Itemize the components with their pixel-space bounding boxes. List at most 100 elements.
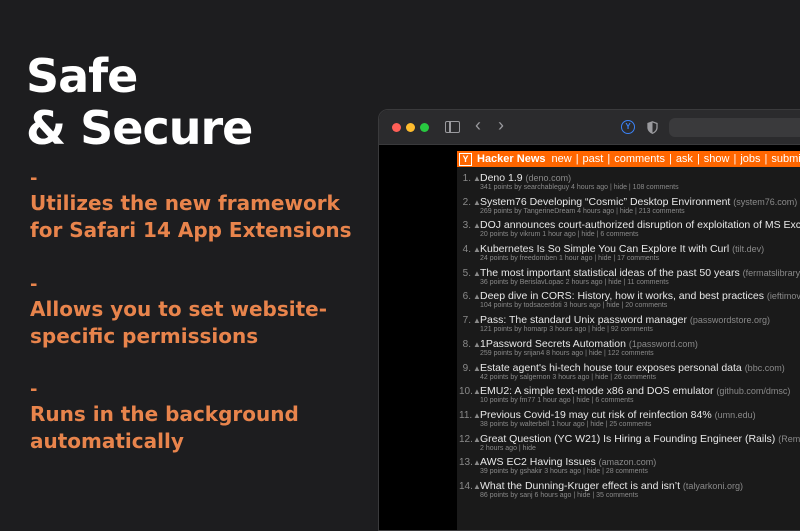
story-site[interactable]: (amazon.com) <box>599 457 657 467</box>
story-site[interactable]: (github.com/dmsc) <box>716 386 790 396</box>
hn-nav: new|past|comments|ask|show|jobs|submit <box>552 151 800 167</box>
story-rank: 14. <box>459 481 471 492</box>
story-site[interactable]: (Remote <box>778 434 800 444</box>
story-title-line: DOJ announces court-authorized disruptio… <box>480 219 800 231</box>
hn-logo[interactable]: Y <box>459 153 472 166</box>
story-rank: 9. <box>459 363 471 374</box>
story-row: 8.▲1Password Secrets Automation (1passwo… <box>457 337 800 361</box>
nav-link-comments[interactable]: comments <box>614 153 665 165</box>
nav-separator: | <box>669 153 672 165</box>
nav-link-new[interactable]: new <box>552 153 572 165</box>
story-rank: 5. <box>459 268 471 279</box>
feature-text-line1: Runs in the background <box>30 401 299 428</box>
story-subtext: 38 points by walterbell 1 hour ago | hid… <box>480 421 651 428</box>
story-row: 1.▲Deno 1.9 (deno.com)341 points by sear… <box>457 171 800 195</box>
story-row: 11.▲Previous Covid-19 may cut risk of re… <box>457 408 800 432</box>
feature-framework: - Utilizes the new framework for Safari … <box>30 170 351 244</box>
story-title-line: Deep dive in CORS: History, how it works… <box>480 290 800 302</box>
address-bar[interactable] <box>669 118 800 137</box>
story-row: 2.▲System76 Developing “Cosmic” Desktop … <box>457 195 800 219</box>
story-rank: 6. <box>459 291 471 302</box>
story-rank: 13. <box>459 457 471 468</box>
story-site[interactable]: (system76.com) <box>733 197 797 207</box>
story-subtext: 36 points by BerislavLopac 2 hours ago |… <box>480 279 669 286</box>
story-rank: 7. <box>459 315 471 326</box>
nav-link-submit[interactable]: submit <box>771 153 800 165</box>
story-row: 5.▲The most important statistical ideas … <box>457 266 800 290</box>
feature-text-line1: Utilizes the new framework <box>30 190 351 217</box>
shield-icon[interactable] <box>647 120 658 133</box>
nav-separator: | <box>733 153 736 165</box>
feature-text-line2: automatically <box>30 428 299 455</box>
story-site[interactable]: (1password.com) <box>629 339 698 349</box>
close-window-button[interactable] <box>392 123 401 132</box>
nav-separator: | <box>607 153 610 165</box>
story-subtext: 86 points by sanj 6 hours ago | hide | 3… <box>480 492 638 499</box>
zoom-window-button[interactable] <box>420 123 429 132</box>
story-title-line: What the Dunning-Kruger effect is and is… <box>480 480 743 492</box>
story-title[interactable]: Previous Covid-19 may cut risk of reinfe… <box>480 409 712 421</box>
nav-separator: | <box>697 153 700 165</box>
safari-window: ‹ › Y Y Hacker News new|past|comments|as… <box>378 109 800 531</box>
nav-separator: | <box>576 153 579 165</box>
story-title[interactable]: Deno 1.9 <box>480 172 523 184</box>
story-row: 3.▲DOJ announces court-authorized disrup… <box>457 218 800 242</box>
extension-icon[interactable]: Y <box>621 120 635 134</box>
feature-dash: - <box>30 381 299 399</box>
story-title[interactable]: Deep dive in CORS: History, how it works… <box>480 290 764 302</box>
hn-header: Y Hacker News new|past|comments|ask|show… <box>457 151 800 167</box>
story-site[interactable]: (talyarkoni.org) <box>683 481 743 491</box>
forward-icon[interactable]: › <box>498 116 504 134</box>
nav-link-show[interactable]: show <box>704 153 730 165</box>
story-title[interactable]: 1Password Secrets Automation <box>480 338 626 350</box>
story-subtext: 341 points by searchableguy 4 hours ago … <box>480 184 679 191</box>
story-row: 13.▲AWS EC2 Having Issues (amazon.com)39… <box>457 455 800 479</box>
story-site[interactable]: (passwordstore.org) <box>690 315 770 325</box>
story-rank: 10. <box>459 386 471 397</box>
story-subtext: 10 points by fm77 1 hour ago | hide | 6 … <box>480 397 633 404</box>
sidebar-icon[interactable] <box>445 121 460 133</box>
nav-link-past[interactable]: past <box>583 153 604 165</box>
story-row: 7.▲Pass: The standard Unix password mana… <box>457 313 800 337</box>
story-site[interactable]: (fermatslibrary.co <box>743 268 800 278</box>
story-title[interactable]: EMU2: A simple text-mode x86 and DOS emu… <box>480 385 713 397</box>
story-title-line: 1Password Secrets Automation (1password.… <box>480 338 698 350</box>
story-title-line: EMU2: A simple text-mode x86 and DOS emu… <box>480 385 790 397</box>
story-title[interactable]: Kubernetes Is So Simple You Can Explore … <box>480 243 729 255</box>
back-icon[interactable]: ‹ <box>475 116 481 134</box>
story-site[interactable]: (umn.edu) <box>715 410 756 420</box>
headline-line-2: & Secure <box>26 102 252 154</box>
story-subtext: 24 points by freedomben 1 hour ago | hid… <box>480 255 659 262</box>
story-title[interactable]: The most important statistical ideas of … <box>480 267 740 279</box>
story-title[interactable]: Great Question (YC W21) Is Hiring a Foun… <box>480 433 775 445</box>
hn-site-title[interactable]: Hacker News <box>477 151 546 167</box>
story-row: 12.▲Great Question (YC W21) Is Hiring a … <box>457 432 800 456</box>
story-subtext: 20 points by vikrum 1 hour ago | hide | … <box>480 231 639 238</box>
minimize-window-button[interactable] <box>406 123 415 132</box>
story-site[interactable]: (tilt.dev) <box>732 244 764 254</box>
story-rank: 3. <box>459 220 471 231</box>
story-title[interactable]: Pass: The standard Unix password manager <box>480 314 687 326</box>
browser-toolbar: ‹ › Y <box>379 110 800 145</box>
feature-text-line2: specific permissions <box>30 323 327 350</box>
story-title[interactable]: AWS EC2 Having Issues <box>480 456 596 468</box>
nav-link-jobs[interactable]: jobs <box>740 153 760 165</box>
story-rank: 4. <box>459 244 471 255</box>
story-row: 14.▲What the Dunning-Kruger effect is an… <box>457 479 800 503</box>
story-site[interactable]: (deno.com) <box>526 173 572 183</box>
story-title-line: Estate agent's hi-tech house tour expose… <box>480 362 785 374</box>
promo-panel: Safe & Secure - Utilizes the new framewo… <box>0 0 360 500</box>
story-title[interactable]: What the Dunning-Kruger effect is and is… <box>480 480 680 492</box>
story-subtext: 2 hours ago | hide <box>480 445 536 452</box>
story-title[interactable]: DOJ announces court-authorized disruptio… <box>480 219 800 231</box>
story-subtext: 121 points by homarp 3 hours ago | hide … <box>480 326 653 333</box>
story-subtext: 42 points by salgernon 3 hours ago | hid… <box>480 374 656 381</box>
story-site[interactable]: (bbc.com) <box>745 363 785 373</box>
story-title[interactable]: Estate agent's hi-tech house tour expose… <box>480 362 742 374</box>
headline: Safe & Secure <box>26 50 252 154</box>
story-site[interactable]: (ieftimov.co <box>767 291 800 301</box>
nav-link-ask[interactable]: ask <box>676 153 693 165</box>
story-title[interactable]: System76 Developing “Cosmic” Desktop Env… <box>480 196 730 208</box>
story-rank: 12. <box>459 434 471 445</box>
story-row: 6.▲Deep dive in CORS: History, how it wo… <box>457 289 800 313</box>
